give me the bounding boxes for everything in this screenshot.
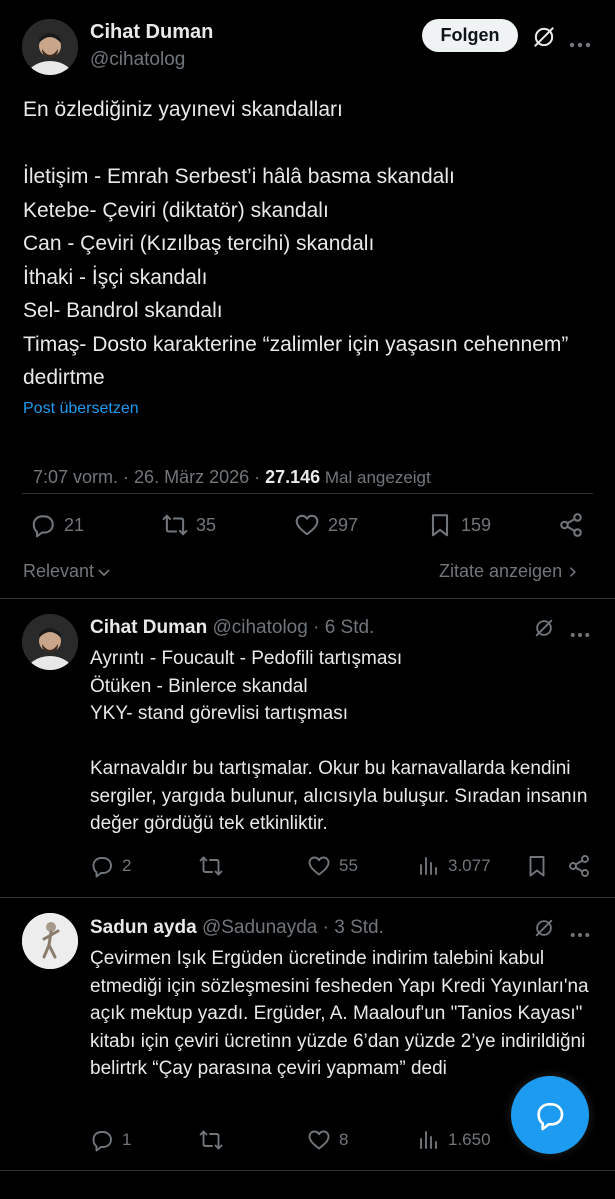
bookmark-icon — [427, 512, 453, 538]
translate-link[interactable]: Post übersetzen — [23, 400, 139, 418]
repost-icon — [162, 512, 188, 538]
share-button[interactable] — [558, 512, 584, 538]
reply-time[interactable]: · 3 Std. — [317, 917, 384, 938]
like-count: 8 — [339, 1130, 349, 1149]
views-label: Mal angezeigt — [320, 468, 431, 487]
author-name[interactable]: Cihat Duman — [90, 21, 213, 44]
repost-icon — [199, 1128, 223, 1152]
reply-fab-button[interactable] — [511, 1076, 589, 1154]
repost-button[interactable]: 35 — [162, 512, 216, 538]
share-icon — [558, 512, 584, 538]
reply-button[interactable]: 1 — [90, 1128, 131, 1152]
heart-icon — [294, 512, 320, 538]
reply-count: 2 — [122, 856, 132, 875]
reply-button[interactable]: 21 — [30, 512, 84, 538]
author-handle[interactable]: @cihatolog — [90, 49, 185, 71]
quotes-link[interactable]: Zitate anzeigen — [439, 561, 580, 582]
repost-button[interactable] — [199, 854, 231, 878]
quotes-label: Zitate anzeigen — [439, 561, 563, 581]
share-icon — [567, 854, 591, 878]
reply-icon — [90, 1128, 114, 1152]
divider — [0, 1170, 615, 1171]
views-count: 1.650 — [448, 1130, 491, 1149]
grok-icon[interactable] — [531, 24, 557, 50]
grok-icon[interactable] — [533, 617, 555, 639]
bookmark-button[interactable]: 159 — [427, 512, 491, 538]
reply-text: Çevirmen Işık Ergüden ücretinde indirim … — [90, 948, 589, 1079]
author-name[interactable]: Cihat Duman — [90, 617, 207, 638]
grok-icon[interactable] — [533, 917, 555, 939]
post-timestamp[interactable]: 7:07 vorm. · 26. März 2026 · — [33, 467, 265, 487]
reply-header: Sadun ayda @Sadunayda · 3 Std. — [90, 917, 384, 939]
reply-count: 21 — [64, 514, 85, 535]
divider — [0, 897, 615, 898]
views-count: 27.146 — [265, 467, 321, 487]
avatar[interactable] — [22, 19, 78, 75]
author-handle[interactable]: @Sadunayda — [202, 917, 317, 938]
views-button[interactable]: 3.077 — [416, 854, 491, 878]
chevron-right-icon — [566, 564, 580, 580]
post-text: En özlediğiniz yayınevi skandalları İlet… — [23, 98, 569, 389]
bookmark-count: 159 — [461, 514, 492, 535]
reply-header: Cihat Duman @cihatolog · 6 Std. — [90, 617, 374, 639]
like-button[interactable]: 8 — [307, 1128, 348, 1152]
more-icon[interactable] — [569, 35, 591, 48]
like-button[interactable]: 297 — [294, 512, 358, 538]
bookmark-button[interactable] — [525, 854, 549, 878]
chevron-down-icon — [96, 564, 112, 580]
views-icon — [416, 1128, 440, 1152]
repost-count: 35 — [196, 514, 217, 535]
like-count: 55 — [339, 856, 358, 875]
sort-relevant-dropdown[interactable]: Relevant — [23, 561, 112, 582]
divider — [0, 598, 615, 599]
like-count: 297 — [328, 514, 359, 535]
share-button[interactable] — [567, 854, 591, 878]
repost-icon — [199, 854, 223, 878]
reply-icon — [90, 854, 114, 878]
heart-icon — [307, 854, 331, 878]
repost-button[interactable] — [199, 1128, 231, 1152]
author-handle[interactable]: @cihatolog — [212, 617, 307, 638]
views-button[interactable]: 1.650 — [416, 1128, 491, 1152]
more-icon[interactable] — [570, 625, 590, 637]
author-name[interactable]: Sadun ayda — [90, 917, 197, 938]
post-meta: 7:07 vorm. · 26. März 2026 · 27.146 Mal … — [23, 446, 431, 488]
follow-button[interactable]: Folgen — [422, 19, 518, 52]
avatar[interactable] — [22, 913, 78, 969]
reply-count: 1 — [122, 1130, 132, 1149]
views-count: 3.077 — [448, 856, 491, 875]
bookmark-icon — [525, 854, 549, 878]
heart-icon — [307, 1128, 331, 1152]
sort-relevant-label: Relevant — [23, 561, 95, 581]
reply-button[interactable]: 2 — [90, 854, 131, 878]
more-icon[interactable] — [570, 925, 590, 937]
reply-time[interactable]: · 6 Std. — [308, 617, 374, 638]
views-icon — [416, 854, 440, 878]
reply-icon — [30, 512, 56, 538]
compose-reply-icon — [534, 1099, 566, 1131]
like-button[interactable]: 55 — [307, 854, 358, 878]
reply-text: Ayrıntı - Foucault - Pedofili tartışması… — [90, 648, 588, 834]
divider — [22, 493, 593, 494]
avatar[interactable] — [22, 614, 78, 670]
